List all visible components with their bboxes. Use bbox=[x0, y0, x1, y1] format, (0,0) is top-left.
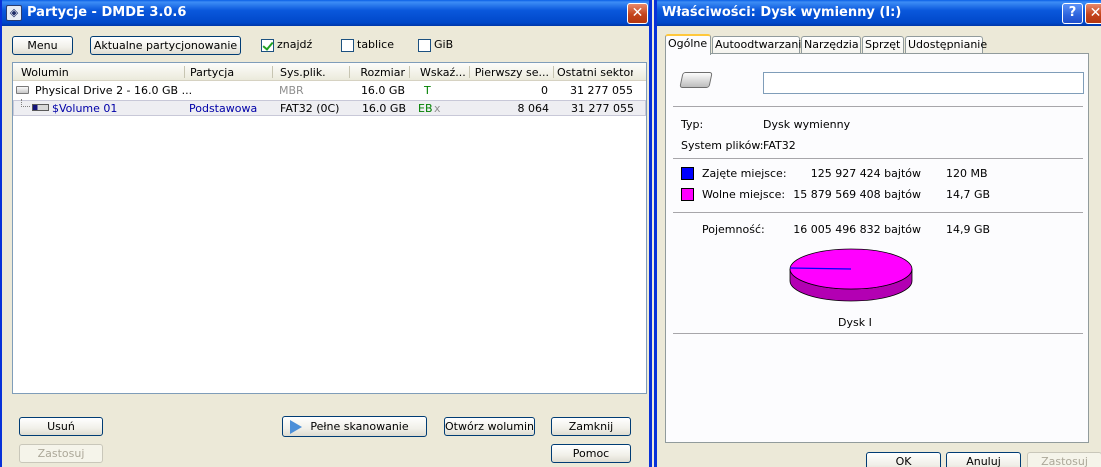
checkbox-icon bbox=[341, 38, 354, 52]
tree-connector bbox=[21, 99, 30, 107]
used-space-bytes: 125 927 424 bajtów bbox=[810, 167, 921, 180]
help-title-button[interactable]: ? bbox=[1062, 3, 1083, 24]
partition-list[interactable]: Wolumin Partycja Sys.plik. Rozmiar Wskaź… bbox=[12, 62, 647, 394]
apply-button[interactable]: Zastosuj bbox=[19, 444, 103, 463]
free-space-label: Wolne miejsce: bbox=[702, 188, 786, 201]
help-icon: ? bbox=[1068, 5, 1077, 20]
cell-size: 16.0 GB bbox=[360, 84, 405, 97]
disk-label: Dysk I bbox=[838, 316, 872, 329]
properties-window: Właściwości: Dysk wymienny (I:) ? ✕ Ogól… bbox=[654, 0, 1101, 467]
close-icon: ✕ bbox=[631, 5, 644, 21]
used-space-human: 120 MB bbox=[946, 167, 988, 180]
cell-first-sector: 8 064 bbox=[517, 102, 550, 115]
full-scan-label: Pełne skanowanie bbox=[310, 420, 409, 433]
cell-first-sector: 0 bbox=[541, 84, 548, 97]
free-space-bytes: 15 879 569 408 bajtów bbox=[793, 188, 921, 201]
free-space-swatch bbox=[681, 188, 694, 201]
tables-checkbox-label: tablice bbox=[357, 38, 394, 51]
open-volume-button[interactable]: Otwórz wolumin bbox=[444, 417, 535, 436]
col-header-flags[interactable]: Wskaź... bbox=[420, 66, 465, 79]
app-icon: ◈ bbox=[6, 5, 22, 21]
general-panel: Typ: Dysk wymienny System plików: FAT32 … bbox=[665, 53, 1089, 443]
cell-volume: $Volume 01 bbox=[52, 102, 118, 115]
tables-checkbox[interactable]: tablice bbox=[341, 38, 394, 54]
capacity-bytes: 16 005 496 832 bajtów bbox=[793, 223, 921, 236]
gib-checkbox-label: GiB bbox=[434, 38, 454, 51]
drive-icon bbox=[16, 86, 29, 94]
close-button[interactable]: Zamknij bbox=[551, 417, 631, 436]
cell-last-sector: 31 277 055 bbox=[571, 102, 634, 115]
used-space-label: Zajęte miejsce: bbox=[702, 167, 787, 180]
type-value: Dysk wymienny bbox=[763, 118, 851, 131]
find-checkbox-label: znajdź bbox=[277, 38, 313, 51]
window-title: Partycje - DMDE 3.0.6 bbox=[27, 5, 187, 20]
close-icon: ✕ bbox=[1089, 5, 1101, 21]
free-space-human: 14,7 GB bbox=[946, 188, 991, 201]
cell-size: 16.0 GB bbox=[361, 102, 406, 115]
filesystem-label: System plików: bbox=[681, 139, 764, 152]
checkbox-icon bbox=[418, 38, 431, 52]
full-scan-button[interactable]: Pełne skanowanie bbox=[282, 416, 427, 437]
tab-tools[interactable]: Narzędzia bbox=[801, 36, 861, 54]
cell-flags: EB bbox=[418, 102, 433, 115]
cell-flags: T bbox=[424, 84, 431, 97]
tab-autoplay[interactable]: Autoodtwarzanie bbox=[712, 36, 808, 54]
menu-button[interactable]: Menu bbox=[12, 36, 73, 55]
close-window-button[interactable]: ✕ bbox=[1085, 3, 1101, 24]
title-bar[interactable]: ◈ Partycje - DMDE 3.0.6 ✕ bbox=[2, 0, 649, 26]
col-header-volume[interactable]: Wolumin bbox=[21, 66, 181, 79]
checkbox-checked-icon bbox=[261, 38, 274, 52]
cell-last-sector: 31 277 055 bbox=[570, 84, 633, 97]
table-row[interactable]: $Volume 01 Podstawowa FAT32 (0C) 16.0 GB… bbox=[13, 99, 646, 116]
title-bar[interactable]: Właściwości: Dysk wymienny (I:) ? ✕ bbox=[657, 0, 1101, 26]
col-header-partition[interactable]: Partycja bbox=[190, 66, 275, 79]
list-header: Wolumin Partycja Sys.plik. Rozmiar Wskaź… bbox=[13, 63, 646, 81]
play-icon bbox=[290, 420, 302, 434]
close-window-button[interactable]: ✕ bbox=[627, 3, 648, 24]
capacity-human: 14,9 GB bbox=[946, 223, 991, 236]
apply-properties-button[interactable]: Zastosuj bbox=[1027, 452, 1101, 467]
cell-flags-x: x bbox=[434, 102, 441, 115]
gib-checkbox[interactable]: GiB bbox=[418, 38, 453, 54]
dmde-partitions-window: ◈ Partycje - DMDE 3.0.6 ✕ Menu Aktualne … bbox=[0, 0, 652, 467]
window-title: Właściwości: Dysk wymienny (I:) bbox=[662, 5, 902, 20]
table-row[interactable]: Physical Drive 2 - 16.0 GB ... MBR 16.0 … bbox=[13, 83, 646, 99]
help-button[interactable]: Pomoc bbox=[551, 444, 631, 463]
tab-sharing[interactable]: Udostępnianie bbox=[905, 36, 987, 54]
removable-drive-icon bbox=[679, 72, 713, 88]
col-header-last-sector[interactable]: Ostatni sektor bbox=[557, 66, 633, 79]
type-label: Typ: bbox=[681, 118, 704, 131]
delete-button[interactable]: Usuń bbox=[19, 417, 103, 436]
col-header-fs[interactable]: Sys.plik. bbox=[280, 66, 350, 79]
cell-volume: Physical Drive 2 - 16.0 GB ... bbox=[35, 84, 193, 97]
used-space-swatch bbox=[681, 167, 694, 180]
cell-fs: FAT32 (0C) bbox=[280, 102, 340, 115]
ok-button[interactable]: OK bbox=[866, 452, 941, 467]
cancel-button[interactable]: Anuluj bbox=[946, 452, 1021, 467]
drive-name-input[interactable] bbox=[763, 72, 1084, 94]
col-header-size[interactable]: Rozmiar bbox=[353, 66, 405, 79]
current-partitioning-button[interactable]: Aktualne partycjonowanie bbox=[90, 36, 241, 55]
tab-hardware[interactable]: Sprzęt bbox=[862, 36, 904, 54]
cell-fs: MBR bbox=[279, 84, 304, 97]
cell-partition: Podstawowa bbox=[189, 102, 258, 115]
find-checkbox[interactable]: znajdź bbox=[261, 38, 312, 54]
tab-general[interactable]: Ogólne bbox=[665, 34, 711, 55]
filesystem-value: FAT32 bbox=[763, 139, 796, 152]
capacity-label: Pojemność: bbox=[702, 223, 765, 236]
col-header-first-sector[interactable]: Pierwszy se... bbox=[473, 66, 549, 79]
disk-usage-pie-chart bbox=[789, 248, 913, 302]
partition-icon bbox=[32, 104, 49, 111]
